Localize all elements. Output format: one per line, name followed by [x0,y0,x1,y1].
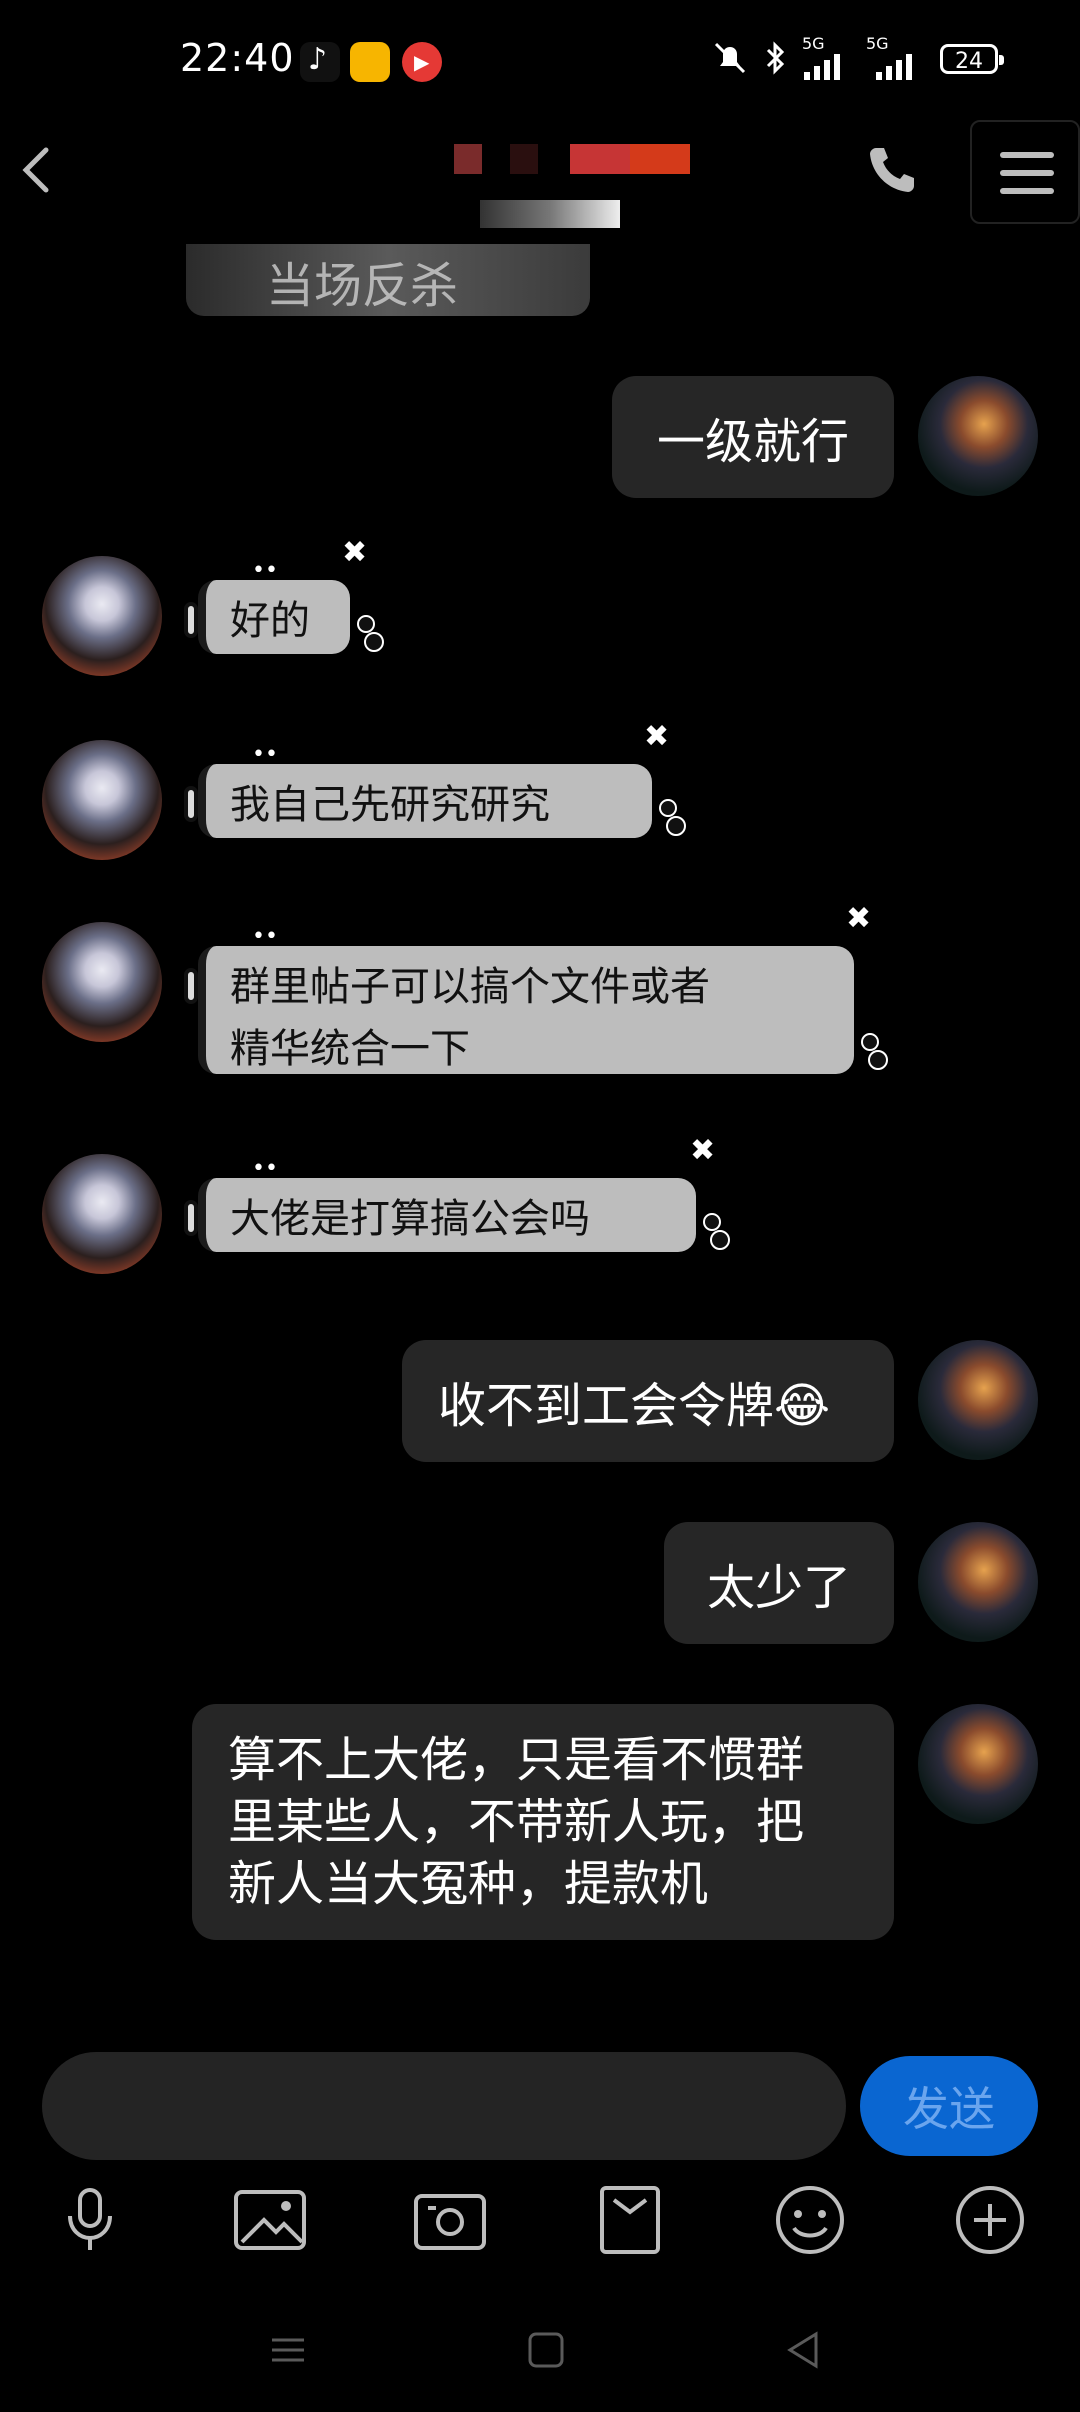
file-icon[interactable] [590,2180,670,2260]
message-text-line: 算不上大佬，只是看不惯群 [228,1732,805,1788]
signal-5g-icon-2: 5G [866,34,926,82]
mic-icon[interactable] [50,2180,130,2260]
nav-back-icon[interactable] [774,2320,834,2380]
image-icon[interactable] [230,2180,310,2260]
message-input[interactable] [42,2052,846,2160]
menu-button[interactable] [970,120,1080,224]
avatar-contact[interactable] [42,1154,162,1274]
status-bar: 22:40 5G 5G 24 [0,0,1080,120]
message-bubble-outgoing[interactable]: 一级就行 [612,376,894,498]
message-text: 收不到工会令牌😂 [438,1378,831,1434]
back-icon[interactable] [14,140,64,200]
chat-subtitle [420,200,620,228]
message-text: 太少了 [706,1560,851,1616]
message-bubble-outgoing[interactable]: 收不到工会令牌😂 [402,1340,894,1462]
notification-app-icon [350,42,390,82]
menu-icon [1000,152,1054,194]
message-text-line: 群里帖子可以搞个文件或者 [230,964,710,1010]
phone-icon[interactable] [862,140,922,200]
message-bubble-incoming[interactable]: 大佬是打算搞公会吗 ✖ •• [184,1133,730,1252]
message-text: 一级就行 [656,414,849,470]
image-message[interactable]: 当场反杀 [186,244,590,316]
battery-indicator: 24 [940,44,1004,74]
send-button[interactable]: 发送 [860,2056,1038,2156]
message-text-line: 新人当大冤种，提款机 [228,1856,709,1912]
nav-home-icon[interactable] [516,2320,576,2380]
chat-title [430,140,710,180]
avatar-contact[interactable] [42,740,162,860]
message-text: 好的 [230,598,310,644]
signal-5g-icon-1: 5G [802,34,850,82]
image-caption: 当场反杀 [266,258,459,314]
plus-icon[interactable] [950,2180,1030,2260]
bluetooth-icon [766,41,785,75]
message-text-line: 里某些人，不带新人玩，把 [228,1794,805,1850]
camera-icon[interactable] [410,2180,490,2260]
avatar-contact[interactable] [42,556,162,676]
mute-icon [714,42,746,74]
message-text-line: 精华统合一下 [230,1026,470,1072]
message-bubble-outgoing[interactable]: 算不上大佬，只是看不惯群 里某些人，不带新人玩，把 新人当大冤种，提款机 [192,1704,894,1940]
status-time: 22:40 [180,36,295,80]
emoji-icon[interactable] [770,2180,850,2260]
message-text: 大佬是打算搞公会吗 [230,1196,590,1242]
message-bubble-outgoing[interactable]: 太少了 [664,1522,894,1644]
video-app-icon [402,42,442,82]
tiktok-app-icon [300,42,340,82]
message-bubble-incoming[interactable]: 好的 ✖ •• [184,535,384,654]
avatar-self[interactable] [918,376,1038,496]
message-bubble-incoming[interactable]: 我自己先研究研究 ✖ •• [184,719,686,838]
avatar-self[interactable] [918,1522,1038,1642]
avatar-contact[interactable] [42,922,162,1042]
message-bubble-incoming[interactable]: 群里帖子可以搞个文件或者 精华统合一下 ✖ •• [184,901,888,1074]
avatar-self[interactable] [918,1340,1038,1460]
avatar-self[interactable] [918,1704,1038,1824]
nav-menu-icon[interactable] [258,2320,318,2380]
message-text: 我自己先研究研究 [230,782,550,828]
